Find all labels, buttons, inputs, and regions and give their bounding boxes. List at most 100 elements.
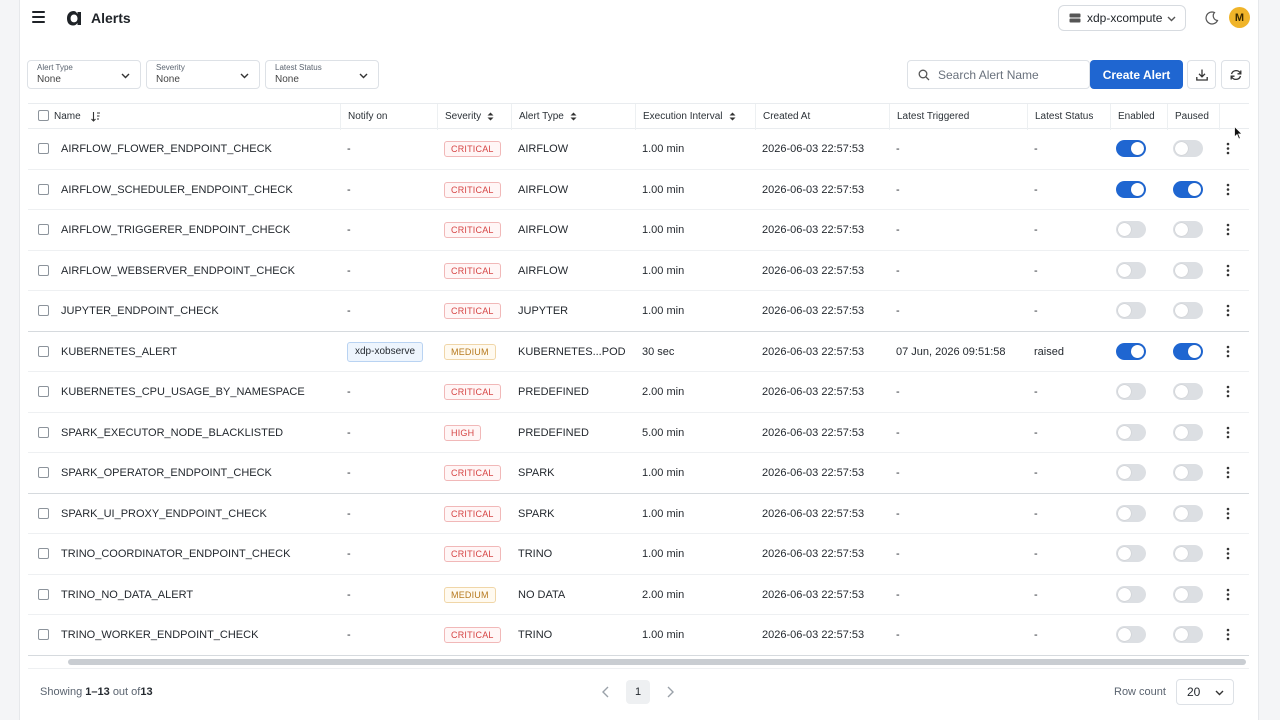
column-header-severity[interactable]: Severity bbox=[437, 104, 511, 130]
more-options-icon[interactable] bbox=[1226, 304, 1230, 317]
row-checkbox[interactable] bbox=[38, 386, 49, 397]
more-options-icon[interactable] bbox=[1226, 345, 1230, 358]
alert-name[interactable]: AIRFLOW_SCHEDULER_ENDPOINT_CHECK bbox=[61, 170, 341, 210]
alert-name[interactable]: AIRFLOW_TRIGGERER_ENDPOINT_CHECK bbox=[61, 210, 341, 250]
enabled-toggle[interactable] bbox=[1116, 180, 1146, 198]
alert-name[interactable]: TRINO_NO_DATA_ALERT bbox=[61, 575, 341, 615]
row-count-select[interactable]: 20 bbox=[1176, 679, 1234, 705]
paused-toggle[interactable] bbox=[1173, 261, 1203, 279]
table-row[interactable]: AIRFLOW_TRIGGERER_ENDPOINT_CHECK - CRITI… bbox=[28, 210, 1249, 251]
filter-severity[interactable]: Severity None bbox=[146, 60, 260, 89]
select-all-checkbox[interactable] bbox=[38, 110, 49, 121]
paused-toggle[interactable] bbox=[1173, 342, 1203, 360]
enabled-toggle[interactable] bbox=[1116, 585, 1146, 603]
alert-name[interactable]: AIRFLOW_WEBSERVER_ENDPOINT_CHECK bbox=[61, 251, 341, 291]
row-checkbox[interactable] bbox=[38, 305, 49, 316]
alert-name[interactable]: SPARK_OPERATOR_ENDPOINT_CHECK bbox=[61, 453, 341, 493]
row-checkbox[interactable] bbox=[38, 629, 49, 640]
alert-name[interactable]: AIRFLOW_FLOWER_ENDPOINT_CHECK bbox=[61, 129, 341, 169]
paused-toggle[interactable] bbox=[1173, 180, 1203, 198]
enabled-toggle[interactable] bbox=[1116, 626, 1146, 643]
row-checkbox[interactable] bbox=[38, 588, 49, 600]
alert-name[interactable]: KUBERNETES_ALERT bbox=[61, 332, 341, 372]
more-options-icon[interactable] bbox=[1226, 547, 1230, 560]
table-row[interactable]: KUBERNETES_CPU_USAGE_BY_NAMESPACE - CRIT… bbox=[28, 372, 1249, 413]
alert-name[interactable]: KUBERNETES_CPU_USAGE_BY_NAMESPACE bbox=[61, 372, 341, 412]
paused-toggle[interactable] bbox=[1173, 504, 1203, 522]
sort-icon[interactable] bbox=[487, 112, 494, 121]
table-row[interactable]: TRINO_COORDINATOR_ENDPOINT_CHECK - CRITI… bbox=[28, 534, 1249, 575]
paused-toggle[interactable] bbox=[1173, 464, 1203, 481]
table-row[interactable]: AIRFLOW_FLOWER_ENDPOINT_CHECK - CRITICAL… bbox=[28, 129, 1249, 170]
enabled-toggle[interactable] bbox=[1116, 464, 1146, 481]
alert-name[interactable]: TRINO_WORKER_ENDPOINT_CHECK bbox=[61, 615, 341, 655]
alert-name[interactable]: SPARK_EXECUTOR_NODE_BLACKLISTED bbox=[61, 413, 341, 453]
table-row[interactable]: SPARK_EXECUTOR_NODE_BLACKLISTED - HIGH P… bbox=[28, 413, 1249, 453]
page-number-current[interactable]: 1 bbox=[626, 680, 650, 704]
enabled-toggle[interactable] bbox=[1116, 383, 1146, 400]
paused-toggle[interactable] bbox=[1173, 545, 1203, 562]
paused-toggle[interactable] bbox=[1173, 221, 1203, 238]
menu-icon[interactable] bbox=[32, 11, 45, 23]
row-checkbox[interactable] bbox=[38, 264, 49, 276]
enabled-toggle[interactable] bbox=[1116, 140, 1146, 157]
paused-toggle[interactable] bbox=[1173, 626, 1203, 643]
more-options-icon[interactable] bbox=[1226, 142, 1230, 155]
enabled-toggle[interactable] bbox=[1116, 221, 1146, 238]
paused-toggle[interactable] bbox=[1173, 423, 1203, 441]
paused-toggle[interactable] bbox=[1173, 383, 1203, 400]
more-options-icon[interactable] bbox=[1226, 426, 1230, 439]
download-button[interactable] bbox=[1187, 60, 1216, 89]
alert-name[interactable]: TRINO_COORDINATOR_ENDPOINT_CHECK bbox=[61, 534, 341, 574]
enabled-toggle[interactable] bbox=[1116, 302, 1146, 319]
dark-mode-icon[interactable] bbox=[1205, 11, 1219, 25]
row-checkbox[interactable] bbox=[38, 345, 49, 357]
more-options-icon[interactable] bbox=[1226, 507, 1230, 520]
column-header-execution-interval[interactable]: Execution Interval bbox=[635, 104, 755, 130]
row-checkbox[interactable] bbox=[38, 548, 49, 559]
table-row[interactable]: AIRFLOW_WEBSERVER_ENDPOINT_CHECK - CRITI… bbox=[28, 251, 1249, 291]
refresh-button[interactable] bbox=[1221, 60, 1250, 89]
table-row[interactable]: AIRFLOW_SCHEDULER_ENDPOINT_CHECK - CRITI… bbox=[28, 170, 1249, 210]
enabled-toggle[interactable] bbox=[1116, 342, 1146, 360]
table-row[interactable]: TRINO_WORKER_ENDPOINT_CHECK - CRITICAL T… bbox=[28, 615, 1249, 656]
row-checkbox[interactable] bbox=[38, 507, 49, 519]
search-box[interactable] bbox=[907, 60, 1090, 89]
enabled-toggle[interactable] bbox=[1116, 545, 1146, 562]
row-checkbox[interactable] bbox=[38, 183, 49, 195]
horizontal-scrollbar[interactable] bbox=[68, 659, 1246, 665]
row-checkbox[interactable] bbox=[38, 467, 49, 478]
more-options-icon[interactable] bbox=[1226, 385, 1230, 398]
row-checkbox[interactable] bbox=[38, 224, 49, 235]
more-options-icon[interactable] bbox=[1226, 466, 1230, 479]
row-checkbox[interactable] bbox=[38, 143, 49, 154]
workspace-select[interactable]: xdp-xcompute bbox=[1058, 5, 1186, 31]
enabled-toggle[interactable] bbox=[1116, 261, 1146, 279]
alert-name[interactable]: SPARK_UI_PROXY_ENDPOINT_CHECK bbox=[61, 494, 341, 534]
more-options-icon[interactable] bbox=[1226, 588, 1230, 601]
enabled-toggle[interactable] bbox=[1116, 504, 1146, 522]
column-header-name[interactable]: Name bbox=[54, 104, 341, 130]
table-row[interactable]: SPARK_OPERATOR_ENDPOINT_CHECK - CRITICAL… bbox=[28, 453, 1249, 494]
paused-toggle[interactable] bbox=[1173, 302, 1203, 319]
prev-page-icon[interactable] bbox=[600, 685, 612, 699]
search-input[interactable] bbox=[938, 67, 1078, 82]
next-page-icon[interactable] bbox=[664, 685, 676, 699]
sort-descending-icon[interactable] bbox=[90, 111, 101, 122]
sort-icon[interactable] bbox=[729, 112, 736, 121]
column-header-alert-type[interactable]: Alert Type bbox=[511, 104, 635, 130]
table-row[interactable]: SPARK_UI_PROXY_ENDPOINT_CHECK - CRITICAL… bbox=[28, 494, 1249, 534]
sort-icon[interactable] bbox=[570, 112, 577, 121]
row-checkbox[interactable] bbox=[38, 426, 49, 438]
alert-name[interactable]: JUPYTER_ENDPOINT_CHECK bbox=[61, 291, 341, 331]
more-options-icon[interactable] bbox=[1226, 628, 1230, 641]
more-options-icon[interactable] bbox=[1226, 223, 1230, 236]
filter-latest-status[interactable]: Latest Status None bbox=[265, 60, 379, 89]
notify-chip[interactable]: xdp-xobserve bbox=[347, 341, 424, 362]
create-alert-button[interactable]: Create Alert bbox=[1090, 60, 1183, 89]
more-options-icon[interactable] bbox=[1226, 264, 1230, 277]
paused-toggle[interactable] bbox=[1173, 140, 1203, 157]
more-options-icon[interactable] bbox=[1226, 183, 1230, 196]
table-row[interactable]: TRINO_NO_DATA_ALERT - MEDIUM NO DATA 2.0… bbox=[28, 575, 1249, 615]
paused-toggle[interactable] bbox=[1173, 585, 1203, 603]
